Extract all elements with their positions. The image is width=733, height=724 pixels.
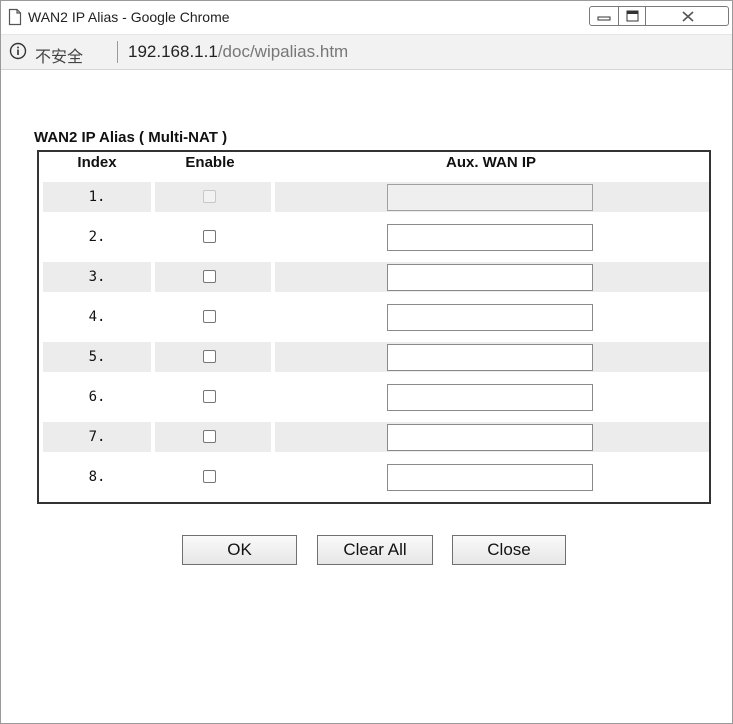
index-cell: 4. — [43, 302, 151, 332]
index-cell: 6. — [43, 382, 151, 412]
table-row: 1. — [43, 182, 709, 212]
ip-alias-table: Index Enable Aux. WAN IP 1. 2. 3. 4. 5. … — [37, 150, 711, 504]
minimize-button[interactable] — [589, 6, 619, 26]
table-row: 6. — [43, 382, 709, 412]
url-path: /doc/wipalias.htm — [217, 42, 349, 61]
url-host: 192.168.1.1 — [128, 42, 218, 61]
table-header: Index Enable Aux. WAN IP — [39, 152, 709, 176]
page-title: WAN2 IP Alias ( Multi-NAT ) — [34, 129, 228, 146]
row-index: 8. — [88, 469, 106, 485]
enable-cell — [155, 302, 271, 332]
row-index: 4. — [88, 309, 106, 325]
enable-checkbox-3[interactable] — [203, 270, 216, 283]
row-index: 1. — [88, 189, 106, 205]
row-index: 5. — [88, 349, 106, 365]
aux-wan-ip-input-4[interactable] — [387, 304, 593, 331]
row-index: 2. — [88, 229, 106, 245]
table-row: 8. — [43, 462, 709, 492]
header-index: Index — [77, 154, 117, 171]
index-cell: 1. — [43, 182, 151, 212]
table-row: 4. — [43, 302, 709, 332]
address-separator — [117, 41, 118, 63]
header-aux-wan-ip: Aux. WAN IP — [445, 154, 536, 171]
index-cell: 5. — [43, 342, 151, 372]
security-label[interactable]: 不安全 — [35, 43, 83, 67]
aux-wan-ip-input-3[interactable] — [387, 264, 593, 291]
aux-ip-cell — [275, 462, 709, 492]
clear-all-button[interactable]: Clear All — [317, 535, 433, 565]
window-close-button[interactable] — [645, 6, 729, 26]
enable-cell — [155, 262, 271, 292]
enable-cell — [155, 342, 271, 372]
table-row: 5. — [43, 342, 709, 372]
browser-window: WAN2 IP Alias - Google Chrome 不安全 192.16… — [0, 0, 733, 724]
url-text[interactable]: 192.168.1.1/doc/wipalias.htm — [128, 42, 348, 62]
info-icon[interactable] — [9, 42, 27, 60]
aux-ip-cell — [275, 182, 709, 212]
ok-button[interactable]: OK — [182, 535, 297, 565]
aux-wan-ip-input-2[interactable] — [387, 224, 593, 251]
aux-ip-cell — [275, 262, 709, 292]
aux-wan-ip-input-1 — [387, 184, 593, 211]
minimize-icon — [597, 16, 611, 21]
row-index: 3. — [88, 269, 106, 285]
aux-wan-ip-input-6[interactable] — [387, 384, 593, 411]
aux-ip-cell — [275, 222, 709, 252]
title-bar[interactable]: WAN2 IP Alias - Google Chrome — [1, 1, 732, 35]
address-bar[interactable]: 不安全 192.168.1.1/doc/wipalias.htm — [1, 35, 732, 70]
table-row: 2. — [43, 222, 709, 252]
aux-wan-ip-input-5[interactable] — [387, 344, 593, 371]
aux-ip-cell — [275, 422, 709, 452]
row-index: 7. — [88, 429, 106, 445]
index-cell: 2. — [43, 222, 151, 252]
enable-cell — [155, 182, 271, 212]
enable-cell — [155, 222, 271, 252]
window-title: WAN2 IP Alias - Google Chrome — [28, 9, 230, 25]
enable-cell — [155, 382, 271, 412]
index-cell: 3. — [43, 262, 151, 292]
enable-checkbox-8[interactable] — [203, 470, 216, 483]
aux-wan-ip-input-8[interactable] — [387, 464, 593, 491]
index-cell: 7. — [43, 422, 151, 452]
enable-cell — [155, 422, 271, 452]
enable-checkbox-6[interactable] — [203, 390, 216, 403]
aux-wan-ip-input-7[interactable] — [387, 424, 593, 451]
index-cell: 8. — [43, 462, 151, 492]
enable-checkbox-4[interactable] — [203, 310, 216, 323]
row-index: 6. — [88, 389, 106, 405]
enable-checkbox-1 — [203, 190, 216, 203]
close-icon — [682, 11, 694, 22]
page-icon — [8, 8, 22, 26]
enable-cell — [155, 462, 271, 492]
aux-ip-cell — [275, 382, 709, 412]
enable-checkbox-5[interactable] — [203, 350, 216, 363]
maximize-icon — [626, 10, 639, 22]
aux-ip-cell — [275, 342, 709, 372]
maximize-button[interactable] — [618, 6, 646, 26]
close-button[interactable]: Close — [452, 535, 566, 565]
enable-checkbox-7[interactable] — [203, 430, 216, 443]
table-row: 3. — [43, 262, 709, 292]
table-row: 7. — [43, 422, 709, 452]
aux-ip-cell — [275, 302, 709, 332]
enable-checkbox-2[interactable] — [203, 230, 216, 243]
header-enable: Enable — [185, 154, 235, 171]
